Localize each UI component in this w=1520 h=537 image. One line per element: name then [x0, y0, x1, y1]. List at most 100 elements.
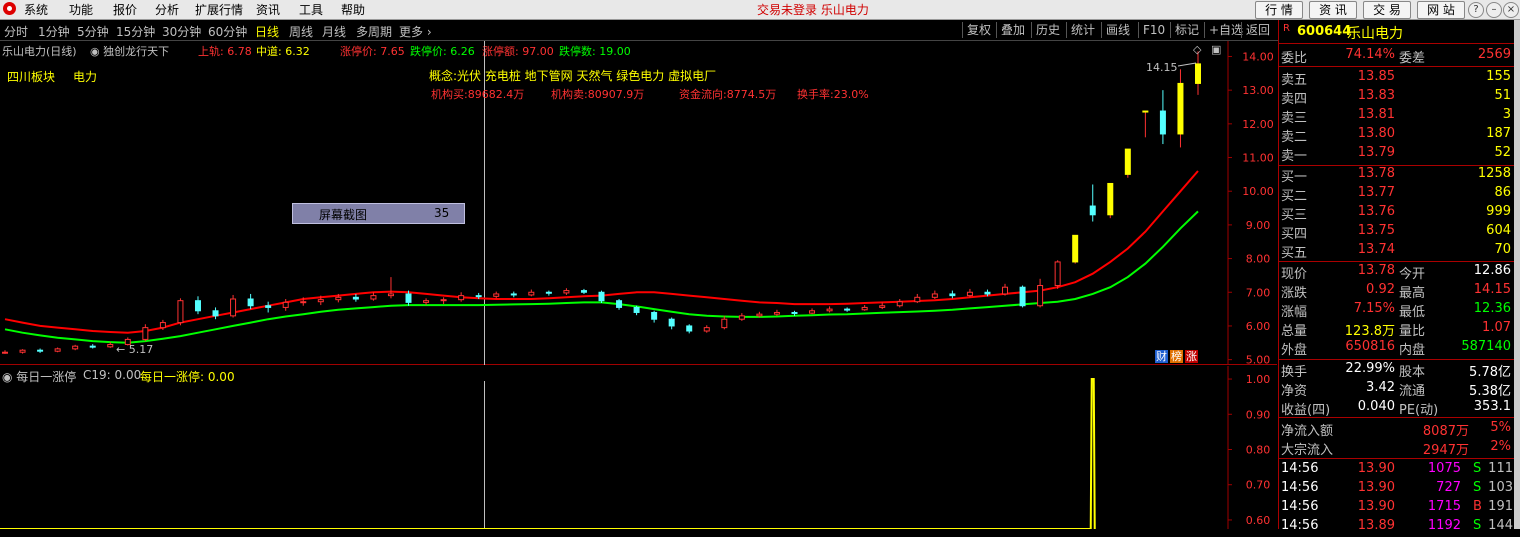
ask-row[interactable]: 卖一 13.79 52 — [1279, 145, 1515, 164]
sub-toggle-icon[interactable]: ◉ — [2, 370, 16, 384]
tab-weekly[interactable]: 周线 — [289, 23, 313, 40]
candle-body — [861, 306, 868, 311]
candle-body — [598, 291, 605, 302]
overlay-button[interactable]: 叠加 — [996, 22, 1025, 38]
candle-body — [194, 300, 201, 312]
candle-body — [282, 301, 289, 308]
candle-body — [1019, 286, 1026, 307]
ask-row[interactable]: 卖四 13.83 51 — [1279, 88, 1515, 107]
rank-badge[interactable]: 榜 — [1170, 350, 1183, 363]
menu-analysis[interactable]: 分析 — [155, 1, 179, 18]
tab-more[interactable]: 更多 › — [399, 23, 432, 40]
bid-row[interactable]: 买五 13.74 70 — [1279, 242, 1515, 261]
quote-tab-button[interactable]: 行 情 — [1255, 1, 1303, 19]
limit-badge[interactable]: 涨 — [1185, 350, 1198, 363]
tab-30min[interactable]: 30分钟 — [162, 23, 201, 40]
trade-tab-button[interactable]: 交 易 — [1363, 1, 1411, 19]
ask-row[interactable]: 卖五 13.85 155 — [1279, 69, 1515, 88]
tab-monthly[interactable]: 月线 — [322, 23, 346, 40]
bid-row[interactable]: 买二 13.77 86 — [1279, 185, 1515, 204]
signal-line — [0, 378, 1096, 529]
sub-indicator-name[interactable]: ◉ 每日一涨停 — [2, 368, 76, 385]
menu-help[interactable]: 帮助 — [341, 1, 365, 18]
tick-volume: 1715 — [1427, 499, 1461, 514]
tab-daily[interactable]: 日线 — [255, 23, 279, 40]
sector-board[interactable]: 四川板块 — [7, 68, 55, 85]
candle-body — [387, 293, 394, 297]
bid-row[interactable]: 买一 13.78 1258 — [1279, 166, 1515, 185]
ask-row[interactable]: 卖二 13.80 187 — [1279, 126, 1515, 145]
tab-1min[interactable]: 1分钟 — [38, 23, 70, 40]
candle-body — [423, 300, 430, 303]
ask-volume: 155 — [1486, 69, 1511, 84]
bid-row[interactable]: 买三 13.76 999 — [1279, 204, 1515, 223]
kline-chart-area[interactable]: 5.00 6.00 7.00 8.00 9.00 10.00 11.00 12.00 13.00… — [0, 41, 1277, 365]
close-icon[interactable]: × — [1503, 2, 1519, 18]
indicator-chart-area[interactable]: 1.00 0.90 0.80 0.70 0.60 ◉ 每日一涨停 C19: 0.00 每… — [0, 366, 1277, 529]
stats-button[interactable]: 统计 — [1066, 22, 1095, 38]
screenshot-popup[interactable]: 屏幕截图 35 — [292, 203, 465, 224]
fundamental-value: 5.78亿 — [1469, 365, 1511, 380]
flow-pct: 2% — [1490, 439, 1511, 454]
bid-row[interactable]: 买四 13.75 604 — [1279, 223, 1515, 242]
candle-body — [107, 343, 114, 348]
sub-tick-label: 0.70 — [1246, 479, 1271, 492]
fundamental-row: 收益(四) 0.040 PE(动) 353.1 — [1279, 399, 1515, 418]
candle-body — [545, 291, 552, 294]
window-toggle-icon[interactable]: ▣ — [1211, 43, 1221, 56]
candle-body — [633, 306, 640, 313]
diamond-icon[interactable]: ◇ — [1193, 43, 1201, 56]
help-icon[interactable]: ? — [1468, 2, 1484, 18]
candle-body — [1037, 285, 1044, 307]
website-tab-button[interactable]: 网 站 — [1417, 1, 1465, 19]
history-button[interactable]: 历史 — [1031, 22, 1060, 38]
candle-body — [616, 300, 623, 308]
menu-news[interactable]: 资讯 — [256, 1, 280, 18]
stat-label: 外盘 — [1281, 343, 1308, 358]
sub-tick-label: 0.80 — [1246, 444, 1271, 457]
indicator-toggle-icon[interactable]: ◉ — [90, 45, 103, 58]
tab-multi-period[interactable]: 多周期 — [356, 23, 392, 40]
vertical-scrollbar[interactable] — [1514, 20, 1520, 529]
stat-row: 涨幅 7.15% 最低 12.36 — [1279, 301, 1515, 320]
adjust-button[interactable]: 复权 — [962, 22, 991, 38]
tick-volume: 1192 — [1427, 518, 1461, 533]
tab-intraday[interactable]: 分时 — [4, 23, 28, 40]
menu-quote[interactable]: 报价 — [113, 1, 137, 18]
sector-industry[interactable]: 电力 — [73, 68, 97, 85]
candle-body — [896, 301, 903, 307]
mark-button[interactable]: 标记 — [1170, 22, 1199, 38]
stat-label: 最高 — [1399, 286, 1426, 301]
stat-label: 现价 — [1281, 267, 1308, 282]
stat-row: 现价 13.78 今开 12.86 — [1279, 263, 1515, 282]
menu-function[interactable]: 功能 — [69, 1, 93, 18]
menu-tools[interactable]: 工具 — [299, 1, 323, 18]
drawline-button[interactable]: 画线 — [1101, 22, 1130, 38]
tick-row: 14:56 13.90 727 S 103 — [1279, 480, 1515, 499]
fundamental-label: 流通 — [1399, 384, 1426, 399]
back-button[interactable]: 返回 — [1241, 22, 1270, 38]
tick-price: 13.89 — [1357, 518, 1395, 533]
low-arrow-icon: ← — [116, 343, 129, 356]
menu-system[interactable]: 系统 — [24, 1, 48, 18]
tick-price: 13.90 — [1357, 461, 1395, 476]
ask-row[interactable]: 卖三 13.81 3 — [1279, 107, 1515, 126]
indicator-name[interactable]: ◉ 独创龙行天下 — [90, 43, 169, 59]
indicator-chart[interactable]: 1.00 0.90 0.80 0.70 0.60 — [0, 366, 1277, 529]
f10-button[interactable]: F10 — [1138, 22, 1165, 38]
tab-60min[interactable]: 60分钟 — [208, 23, 247, 40]
bid-volume: 86 — [1494, 185, 1511, 200]
flow-value: 2947万 — [1422, 443, 1469, 458]
ratio-label: 委比 — [1281, 51, 1308, 66]
add-watchlist-button[interactable]: +自选 — [1204, 22, 1243, 38]
tick-row: 14:56 13.89 1192 S 144 — [1279, 518, 1515, 537]
tab-15min[interactable]: 15分钟 — [116, 23, 155, 40]
app-logo-icon — [3, 2, 16, 15]
minimize-icon[interactable]: – — [1486, 2, 1502, 18]
news-tab-button[interactable]: 资 讯 — [1309, 1, 1357, 19]
finance-badge[interactable]: 财 — [1155, 350, 1168, 363]
bid-label: 买二 — [1281, 189, 1308, 204]
lower-band-line — [4, 210, 1199, 344]
tab-5min[interactable]: 5分钟 — [77, 23, 109, 40]
menu-extended[interactable]: 扩展行情 — [195, 1, 243, 18]
